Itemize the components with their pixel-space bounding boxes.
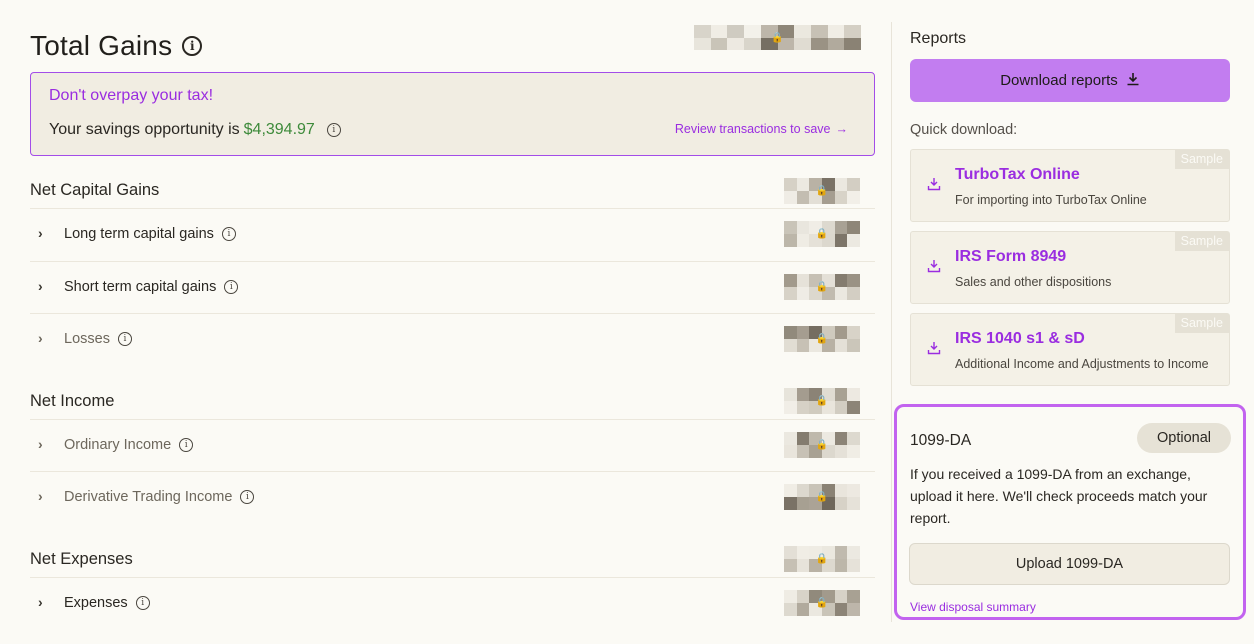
card-irs-1040[interactable]: Sample IRS 1040 s1 & sD Additional Incom… [910,313,1230,386]
expenses-value-blurred: 🔒 [784,546,860,572]
lock-icon: 🔒 [815,553,829,565]
download-icon [927,177,941,194]
row-short-term-gains[interactable]: › Short term capital gains i [30,261,875,313]
lock-icon: 🔒 [815,185,829,197]
info-icon[interactable]: i [224,280,239,294]
info-icon[interactable]: i [117,332,132,346]
value-blurred: 🔒 [784,326,860,352]
info-icon[interactable]: i [135,596,150,610]
income-value-blurred: 🔒 [784,388,860,414]
chevron-right-icon: › [38,330,43,346]
download-icon [927,341,941,358]
lock-icon: 🔒 [815,439,829,451]
sample-badge: Sample [1174,314,1229,333]
optional-badge: Optional [1137,423,1231,453]
savings-label: Your savings opportunity is [49,121,240,138]
savings-banner: Don't overpay your tax! Your savings opp… [30,72,875,156]
lock-icon: 🔒 [815,395,829,407]
row-losses[interactable]: › Losses i [30,313,875,365]
info-icon[interactable]: i [221,227,236,241]
value-blurred: 🔒 [784,432,860,458]
download-button-label: Download reports [1000,72,1118,89]
lock-icon: 🔒 [815,281,829,293]
section-title-gains: Net Capital Gains [30,181,160,199]
form-1099da-card: 1099-DA Optional If you received a 1099-… [894,404,1246,620]
row-label: Short term capital gains i [64,279,239,295]
info-icon[interactable]: i [179,438,194,452]
lock-icon: 🔒 [815,333,829,345]
title-row: Total Gains i [30,26,203,66]
savings-heading: Don't overpay your tax! [49,87,214,104]
card-title: TurboTax Online [955,166,1080,183]
reports-title: Reports [910,30,967,47]
lock-icon: 🔒 [815,491,829,503]
row-label: Expenses i [64,595,150,611]
value-blurred: 🔒 [784,221,860,247]
row-ordinary-income[interactable]: › Ordinary Income i [30,419,875,471]
row-label: Long term capital gains i [64,226,236,242]
da-title: 1099-DA [910,432,972,449]
lock-icon: 🔒 [815,597,829,609]
savings-text: Your savings opportunity is $4,394.97 i [49,121,341,139]
chevron-right-icon: › [38,594,43,610]
card-title: IRS Form 8949 [955,248,1067,265]
page-title: Total Gains [30,30,173,61]
chevron-right-icon: › [38,278,43,294]
info-icon[interactable]: i [326,123,341,137]
row-label: Derivative Trading Income i [64,489,255,505]
review-link-label: Review transactions to save [674,122,831,136]
chevron-right-icon: › [38,488,43,504]
section-title-expenses: Net Expenses [30,550,133,568]
sample-badge: Sample [1174,150,1229,169]
value-blurred: 🔒 [784,484,860,510]
upload-1099da-button[interactable]: Upload 1099-DA [909,543,1230,585]
column-divider [891,22,892,622]
lock-icon: 🔒 [815,228,829,240]
value-blurred: 🔒 [784,590,860,616]
gains-panel: Total Gains i 🔒 Don't overpay your tax! … [30,0,875,644]
da-description: If you received a 1099-DA from an exchan… [910,466,1208,526]
info-icon[interactable]: i [240,490,255,504]
savings-amount: $4,394.97 [243,121,315,138]
chevron-right-icon: › [38,436,43,452]
section-title-income: Net Income [30,392,115,410]
row-label: Ordinary Income i [64,437,194,453]
row-label: Losses i [64,331,132,347]
row-expenses[interactable]: › Expenses i [30,577,875,629]
card-subtitle: Sales and other dispositions [955,275,1112,289]
card-subtitle: Additional Income and Adjustments to Inc… [955,357,1209,371]
gains-value-blurred: 🔒 [784,178,860,204]
download-reports-button[interactable]: Download reports [910,59,1230,102]
card-irs-8949[interactable]: Sample IRS Form 8949 Sales and other dis… [910,231,1230,304]
chevron-right-icon: › [38,225,43,241]
total-value-blurred: 🔒 [694,25,861,50]
review-transactions-link[interactable]: Review transactions to save → [675,122,848,136]
download-icon [1126,72,1140,90]
value-blurred: 🔒 [784,274,860,300]
view-disposal-summary-link[interactable]: View disposal summary [910,600,1036,614]
card-subtitle: For importing into TurboTax Online [955,193,1147,207]
card-turbotax[interactable]: Sample TurboTax Online For importing int… [910,149,1230,222]
sample-badge: Sample [1174,232,1229,251]
download-icon [927,259,941,276]
info-icon[interactable]: i [182,36,203,56]
quick-download-label: Quick download: [910,122,1018,138]
row-long-term-gains[interactable]: › Long term capital gains i [30,208,875,260]
arrow-right-icon: → [835,122,849,136]
card-title: IRS 1040 s1 & sD [955,330,1085,347]
row-derivative-income[interactable]: › Derivative Trading Income i [30,471,875,523]
lock-icon: 🔒 [771,32,784,43]
